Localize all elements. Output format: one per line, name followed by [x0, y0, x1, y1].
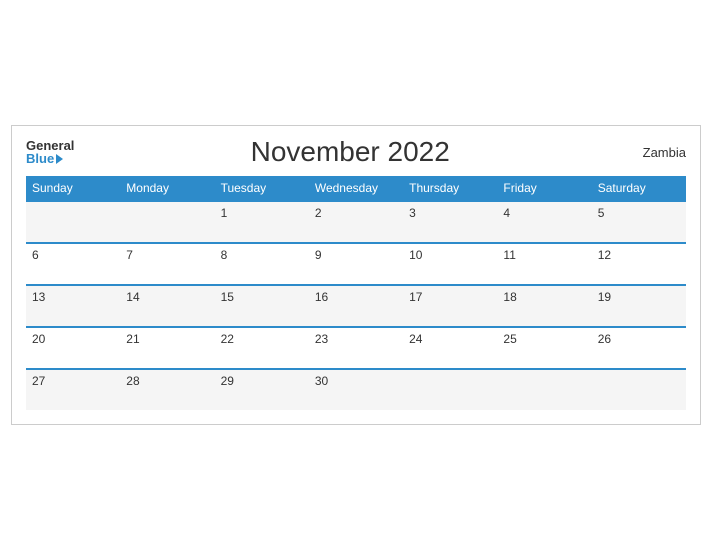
- calendar-day-cell: 19: [592, 285, 686, 327]
- header-friday: Friday: [497, 176, 591, 201]
- logo-blue-text: Blue: [26, 152, 74, 165]
- day-number: 14: [126, 290, 139, 304]
- calendar-week-row: 13 14 15 16 17 18 19: [26, 285, 686, 327]
- calendar-body: 1234567891011121314151617181920212223242…: [26, 201, 686, 410]
- calendar-day-cell: 5: [592, 201, 686, 243]
- day-number: 12: [598, 248, 611, 262]
- day-number: 20: [32, 332, 45, 346]
- day-number: 3: [409, 206, 416, 220]
- calendar: General Blue November 2022 Zambia Sunday…: [11, 125, 701, 425]
- calendar-day-cell: 14: [120, 285, 214, 327]
- calendar-day-cell: 17: [403, 285, 497, 327]
- calendar-day-cell: 11: [497, 243, 591, 285]
- day-number: 6: [32, 248, 39, 262]
- day-number: 18: [503, 290, 516, 304]
- day-number: 23: [315, 332, 328, 346]
- calendar-day-cell: 27: [26, 369, 120, 410]
- header-saturday: Saturday: [592, 176, 686, 201]
- calendar-day-cell: [403, 369, 497, 410]
- calendar-day-cell: 7: [120, 243, 214, 285]
- day-number: 26: [598, 332, 611, 346]
- calendar-day-cell: 18: [497, 285, 591, 327]
- calendar-day-cell: 8: [215, 243, 309, 285]
- day-number: 7: [126, 248, 133, 262]
- calendar-day-cell: [120, 201, 214, 243]
- calendar-day-cell: 10: [403, 243, 497, 285]
- calendar-day-cell: [497, 369, 591, 410]
- calendar-day-cell: [592, 369, 686, 410]
- calendar-day-cell: 1: [215, 201, 309, 243]
- calendar-week-row: 6 7 8 9 10 11 12: [26, 243, 686, 285]
- day-number: 11: [503, 248, 515, 262]
- calendar-day-cell: [26, 201, 120, 243]
- day-number: 28: [126, 374, 139, 388]
- day-number: 17: [409, 290, 422, 304]
- calendar-day-cell: 26: [592, 327, 686, 369]
- calendar-day-cell: 30: [309, 369, 403, 410]
- day-number: 25: [503, 332, 516, 346]
- header-thursday: Thursday: [403, 176, 497, 201]
- day-number: 9: [315, 248, 322, 262]
- day-number: 2: [315, 206, 322, 220]
- calendar-day-cell: 9: [309, 243, 403, 285]
- calendar-day-cell: 13: [26, 285, 120, 327]
- country-name: Zambia: [626, 145, 686, 160]
- day-number: 19: [598, 290, 611, 304]
- calendar-day-cell: 20: [26, 327, 120, 369]
- calendar-day-cell: 28: [120, 369, 214, 410]
- calendar-week-row: 1 2 3 4 5: [26, 201, 686, 243]
- calendar-day-cell: 4: [497, 201, 591, 243]
- header-sunday: Sunday: [26, 176, 120, 201]
- weekday-header-row: Sunday Monday Tuesday Wednesday Thursday…: [26, 176, 686, 201]
- calendar-day-cell: 25: [497, 327, 591, 369]
- day-number: 8: [221, 248, 228, 262]
- header-wednesday: Wednesday: [309, 176, 403, 201]
- day-number: 15: [221, 290, 234, 304]
- calendar-day-cell: 6: [26, 243, 120, 285]
- calendar-header: General Blue November 2022 Zambia: [26, 136, 686, 168]
- header-tuesday: Tuesday: [215, 176, 309, 201]
- calendar-day-cell: 24: [403, 327, 497, 369]
- day-number: 4: [503, 206, 510, 220]
- calendar-day-cell: 16: [309, 285, 403, 327]
- calendar-day-cell: 2: [309, 201, 403, 243]
- calendar-week-row: 27 28 29 30: [26, 369, 686, 410]
- calendar-thead: Sunday Monday Tuesday Wednesday Thursday…: [26, 176, 686, 201]
- day-number: 21: [126, 332, 139, 346]
- day-number: 22: [221, 332, 234, 346]
- calendar-table: Sunday Monday Tuesday Wednesday Thursday…: [26, 176, 686, 410]
- calendar-week-row: 20 21 22 23 24 25 26: [26, 327, 686, 369]
- day-number: 27: [32, 374, 45, 388]
- calendar-day-cell: 3: [403, 201, 497, 243]
- calendar-day-cell: 15: [215, 285, 309, 327]
- logo: General Blue: [26, 139, 74, 165]
- day-number: 5: [598, 206, 605, 220]
- calendar-day-cell: 29: [215, 369, 309, 410]
- day-number: 30: [315, 374, 328, 388]
- month-title: November 2022: [74, 136, 626, 168]
- calendar-day-cell: 12: [592, 243, 686, 285]
- calendar-day-cell: 22: [215, 327, 309, 369]
- day-number: 24: [409, 332, 422, 346]
- calendar-day-cell: 21: [120, 327, 214, 369]
- day-number: 29: [221, 374, 234, 388]
- logo-triangle-icon: [56, 154, 63, 164]
- day-number: 10: [409, 248, 422, 262]
- header-monday: Monday: [120, 176, 214, 201]
- day-number: 1: [221, 206, 228, 220]
- day-number: 13: [32, 290, 45, 304]
- day-number: 16: [315, 290, 328, 304]
- calendar-day-cell: 23: [309, 327, 403, 369]
